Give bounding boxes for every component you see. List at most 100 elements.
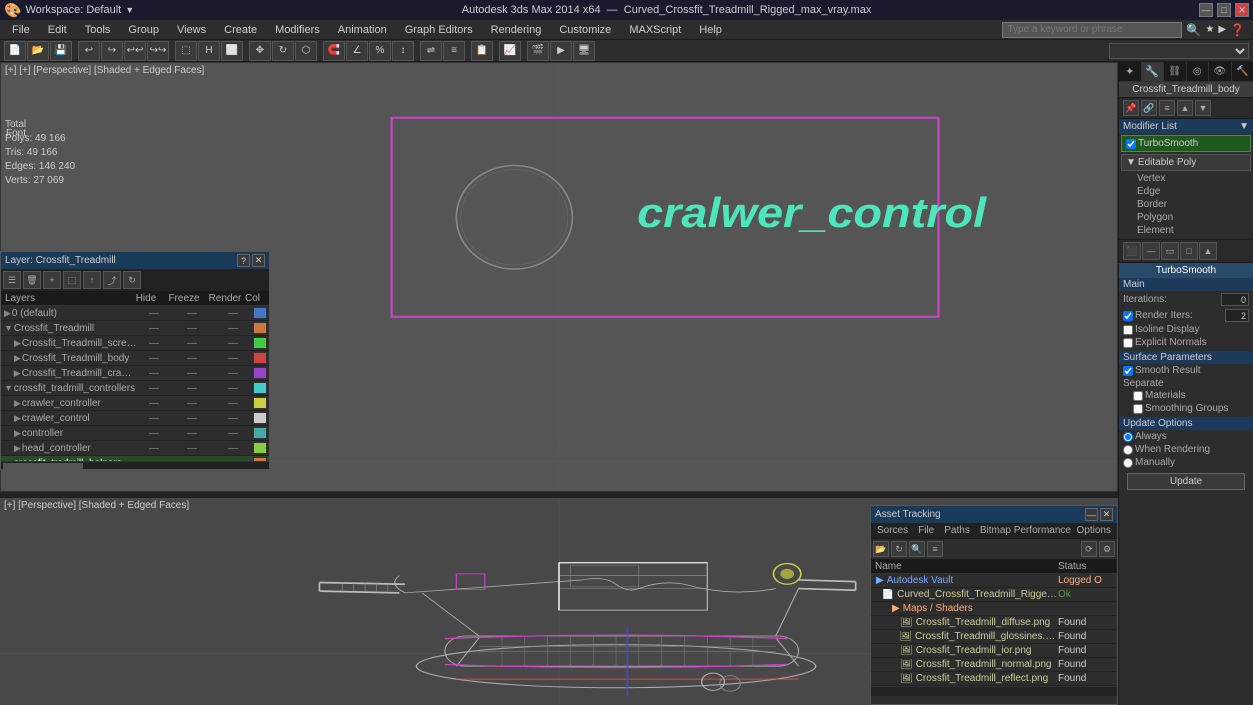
asset-tb-reload[interactable]: ↻ [891,541,907,557]
angle-snap-btn[interactable]: ∠ [346,41,368,61]
render-iters-input[interactable] [1225,309,1249,322]
cp-tab-modify[interactable]: 🔧 [1142,62,1165,81]
layer-row[interactable]: ▶Crossfit_Treadmill_screen——— [1,336,269,351]
cp-tab-display[interactable]: 👁 [1209,62,1232,81]
turbsmooth-check[interactable] [1126,139,1136,149]
layer-mgr-btn[interactable]: 📋 [471,41,493,61]
asset-tb-list[interactable]: ≡ [927,541,943,557]
render-setup-btn[interactable]: 🎬 [527,41,549,61]
layer-row[interactable]: ▶0 (default)——— [1,306,269,321]
lt-btn-add[interactable]: + [43,271,61,289]
rp-pin-icon[interactable]: 📌 [1123,100,1139,116]
search-options-icon[interactable]: ★ [1205,24,1214,35]
rp-icon-rect[interactable]: ▭ [1161,242,1179,260]
render-prod-btn[interactable]: 🖥 [573,41,595,61]
menu-edit[interactable]: Edit [40,22,75,38]
asset-tb-right2[interactable]: ⚙ [1099,541,1115,557]
menu-graph-editors[interactable]: Graph Editors [397,22,481,38]
smooth-result-check[interactable] [1123,366,1133,376]
rp-list-icon[interactable]: ≡ [1159,100,1175,116]
asset-panel-close[interactable]: ✕ [1100,508,1113,521]
rotate-btn[interactable]: ↻ [272,41,294,61]
asset-scrollbar-h[interactable] [871,686,1117,696]
asset-menu-bitmap[interactable]: Bitmap Performance and Memory [976,524,1071,537]
save-btn[interactable]: 💾 [50,41,72,61]
layer-panel-close[interactable]: ✕ [252,254,265,267]
update-button[interactable]: Update [1127,473,1245,490]
cp-tab-utilities[interactable]: 🔨 [1232,62,1253,81]
workspace-dropdown-icon[interactable]: ▼ [125,5,134,15]
move-btn[interactable]: ✥ [249,41,271,61]
menu-group[interactable]: Group [120,22,167,38]
lt-btn-refresh[interactable]: ↻ [123,271,141,289]
percent-snap-btn[interactable]: % [369,41,391,61]
modifier-editable-poly[interactable]: ▼ Editable Poly [1121,154,1251,171]
smoothing-groups-check[interactable] [1133,404,1143,414]
asset-row[interactable]: 🖼Crossfit_Treadmill_diffuse.pngFound [871,616,1117,630]
asset-tb-folders[interactable]: 📂 [873,541,889,557]
asset-panel-minimize[interactable]: — [1085,508,1098,521]
menu-animation[interactable]: Animation [330,22,395,38]
open-btn[interactable]: 📂 [27,41,49,61]
close-button[interactable]: ✕ [1235,3,1249,17]
menu-tools[interactable]: Tools [77,22,119,38]
scale-btn[interactable]: ⬡ [295,41,317,61]
layer-row[interactable]: ▼crossfit_tradmill_controllers——— [1,381,269,396]
search-icon[interactable]: 🔍 [1186,23,1201,37]
menu-modifiers[interactable]: Modifiers [267,22,328,38]
select-btn[interactable]: ⬚ [175,41,197,61]
layer-row[interactable]: ▶Crossfit_Treadmill_crawler——— [1,366,269,381]
asset-tb-find[interactable]: 🔍 [909,541,925,557]
rp-icon-square[interactable]: ⬛ [1123,242,1141,260]
materials-check[interactable] [1133,391,1143,401]
search-input[interactable] [1002,22,1182,38]
editpoly-expand[interactable]: ▼ [1126,157,1136,168]
render-iters-check[interactable] [1123,311,1133,321]
search-help-icon[interactable]: ❓ [1230,23,1245,37]
lt-btn-move[interactable]: ↑ [83,271,101,289]
maximize-button[interactable]: □ [1217,3,1231,17]
rp-up-icon[interactable]: ▲ [1177,100,1193,116]
asset-row[interactable]: 🖼Crossfit_Treadmill_reflect.pngFound [871,672,1117,686]
menu-file[interactable]: File [4,22,38,38]
always-radio[interactable] [1123,432,1133,442]
redo-btn[interactable]: ↪ [101,41,123,61]
menu-customize[interactable]: Customize [551,22,619,38]
snap-toggle-btn[interactable]: 🧲 [323,41,345,61]
rp-link-icon[interactable]: 🔗 [1141,100,1157,116]
undo-btn[interactable]: ↩ [78,41,100,61]
asset-row[interactable]: 🖼Crossfit_Treadmill_ior.pngFound [871,644,1117,658]
cp-tab-motion[interactable]: ◎ [1187,62,1210,81]
layer-row[interactable]: ▶Crossfit_Treadmill_body——— [1,351,269,366]
mirror-btn[interactable]: ⇌ [420,41,442,61]
layer-row[interactable]: ▶head_controller——— [1,441,269,456]
spinner-snap-btn[interactable]: ↕ [392,41,414,61]
asset-row[interactable]: ▶Autodesk VaultLogged O [871,574,1117,588]
iterations-input[interactable] [1221,293,1249,306]
asset-menu-options[interactable]: Options [1073,524,1115,537]
search-more-icon[interactable]: ▶ [1218,24,1226,35]
named-selection-dropdown[interactable] [1109,43,1249,59]
minimize-button[interactable]: — [1199,3,1213,17]
layer-panel-question[interactable]: ? [237,254,250,267]
asset-row[interactable]: ▶Maps / Shaders [871,602,1117,616]
layer-row[interactable]: ▼crossfit_tradmill_helpers——— [1,456,269,461]
curve-editor-btn[interactable]: 📈 [499,41,521,61]
undo-scene-btn[interactable]: ↩↩ [124,41,146,61]
menu-maxscript[interactable]: MAXScript [621,22,689,38]
modifier-turbsmooth[interactable]: TurboSmooth [1121,135,1251,152]
layer-scrollbar[interactable] [1,461,269,469]
select-name-btn[interactable]: H [198,41,220,61]
menu-views[interactable]: Views [169,22,214,38]
layer-row[interactable]: ▶crawler_controller——— [1,396,269,411]
lt-btn-select[interactable]: ⬚ [63,271,81,289]
asset-tb-right1[interactable]: ⟳ [1081,541,1097,557]
asset-row[interactable]: 📄Curved_Crossfit_Treadmill_Rigged_max_vr… [871,588,1117,602]
menu-help[interactable]: Help [691,22,730,38]
layer-row[interactable]: ▼Crossfit_Treadmill——— [1,321,269,336]
manually-radio[interactable] [1123,458,1133,468]
align-btn[interactable]: ≡ [443,41,465,61]
rp-icon-outline[interactable]: □ [1180,242,1198,260]
rp-icon-tri[interactable]: ▲ [1199,242,1217,260]
explicit-normals-check[interactable] [1123,338,1133,348]
